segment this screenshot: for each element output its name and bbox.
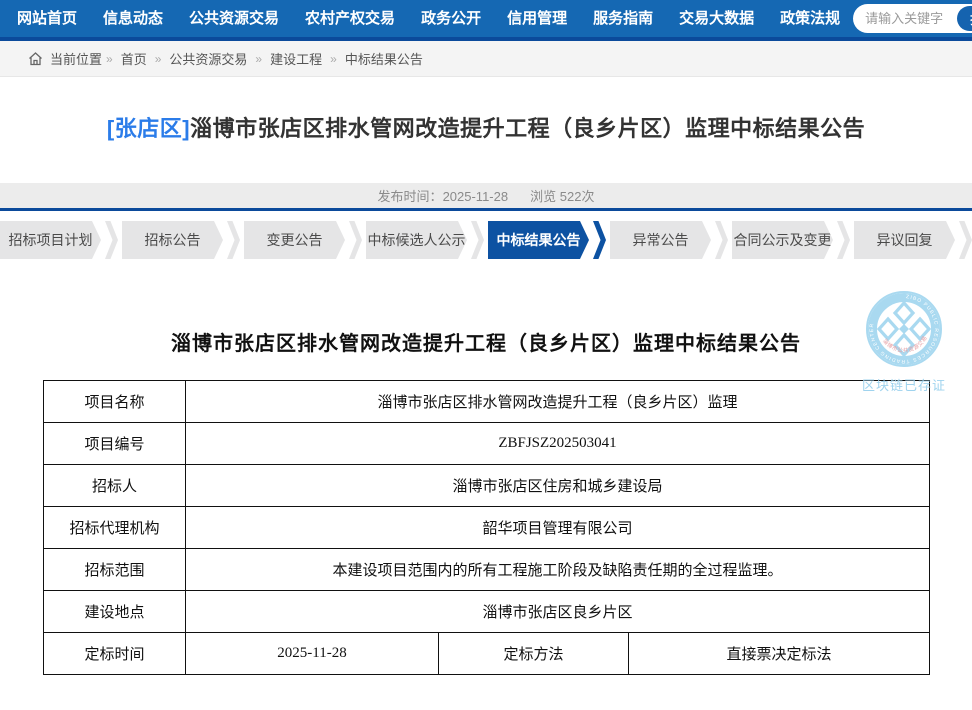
tab-chevron-icon <box>471 221 484 259</box>
tab-chevron-icon <box>227 221 240 259</box>
tab-招标公告[interactable]: 招标公告 <box>122 221 223 259</box>
tab-chevron-icon <box>837 221 850 259</box>
breadcrumb-item-建设工程[interactable]: 建设工程 <box>270 49 322 68</box>
breadcrumb: 当前位置 » 首页 » 公共资源交易 » 建设工程 » 中标结果公告 <box>0 41 972 77</box>
publish-date: 2025-11-28 <box>443 189 509 204</box>
publish-time: 发布时间：2025-11-28 <box>378 186 509 205</box>
tab-chevron-icon <box>593 221 606 259</box>
nav-item-政策法规[interactable]: 政策法规 <box>767 0 853 39</box>
tab-chevron-icon <box>349 221 362 259</box>
view-count-label: 浏览 <box>530 189 556 204</box>
breadcrumb-separator: » <box>330 52 337 66</box>
view-count: 浏览 522次 <box>530 186 594 205</box>
search-button[interactable]: 搜 索 <box>957 6 972 31</box>
table-label: 项目编号 <box>44 423 186 465</box>
breadcrumb-items: » 首页 » 公共资源交易 » 建设工程 » 中标结果公告 <box>102 49 427 68</box>
tab-变更公告[interactable]: 变更公告 <box>244 221 345 259</box>
search-box: 搜 索 <box>853 4 972 33</box>
table-value: 淄博市张店区良乡片区 <box>186 591 930 633</box>
breadcrumb-separator: » <box>106 52 113 66</box>
nav-item-服务指南[interactable]: 服务指南 <box>580 0 666 39</box>
table-row: 招标代理机构韶华项目管理有限公司 <box>44 507 930 549</box>
table-value: 韶华项目管理有限公司 <box>186 507 930 549</box>
tab-招标项目计划[interactable]: 招标项目计划 <box>0 221 101 259</box>
top-navigation: 网站首页信息动态公共资源交易农村产权交易政务公开信用管理服务指南交易大数据政策法… <box>0 0 972 41</box>
home-icon <box>28 52 43 66</box>
table-label: 定标时间 <box>44 633 186 675</box>
district-link[interactable]: [张店区] <box>107 116 190 141</box>
publish-info-bar: 发布时间：2025-11-28 浏览 522次 <box>0 183 972 211</box>
tab-中标候选人公示[interactable]: 中标候选人公示 <box>366 221 467 259</box>
tab-chevron-icon <box>715 221 728 259</box>
tab-中标结果公告[interactable]: 中标结果公告 <box>488 221 589 259</box>
table-label: 项目名称 <box>44 381 186 423</box>
breadcrumb-separator: » <box>155 52 162 66</box>
breadcrumb-item-公共资源交易[interactable]: 公共资源交易 <box>169 49 247 68</box>
table-label: 招标人 <box>44 465 186 507</box>
breadcrumb-item-中标结果公告[interactable]: 中标结果公告 <box>345 49 423 68</box>
breadcrumb-item-首页[interactable]: 首页 <box>121 49 147 68</box>
tab-异常公告[interactable]: 异常公告 <box>610 221 711 259</box>
table-row: 定标时间2025-11-28定标方法直接票决定标法 <box>44 633 930 675</box>
seal-emblem-icon: ZIBO PUBLIC RESOURCES TRADING CENTER 淄博市… <box>864 289 944 369</box>
table-value: 2025-11-28 <box>186 633 439 675</box>
table-row: 项目名称淄博市张店区排水管网改造提升工程（良乡片区）监理 <box>44 381 930 423</box>
tab-chevron-icon <box>105 221 118 259</box>
nav-item-网站首页[interactable]: 网站首页 <box>4 0 90 39</box>
table-row: 建设地点淄博市张店区良乡片区 <box>44 591 930 633</box>
view-count-value: 522次 <box>560 189 595 204</box>
nav-item-交易大数据[interactable]: 交易大数据 <box>666 0 767 39</box>
table-label: 定标方法 <box>439 633 629 675</box>
table-label: 建设地点 <box>44 591 186 633</box>
table-label: 招标代理机构 <box>44 507 186 549</box>
tab-bar: 招标项目计划招标公告变更公告中标候选人公示中标结果公告异常公告合同公示及变更异议… <box>0 221 972 259</box>
table-value: 淄博市张店区排水管网改造提升工程（良乡片区）监理 <box>186 381 930 423</box>
nav-menu: 网站首页信息动态公共资源交易农村产权交易政务公开信用管理服务指南交易大数据政策法… <box>4 0 853 39</box>
nav-item-政务公开[interactable]: 政务公开 <box>408 0 494 39</box>
page-title-text: 淄博市张店区排水管网改造提升工程（良乡片区）监理中标结果公告 <box>190 116 865 141</box>
blockchain-seal: ZIBO PUBLIC RESOURCES TRADING CENTER 淄博市… <box>862 289 946 394</box>
seal-label: 区块链已存证 <box>862 375 946 394</box>
breadcrumb-label: 当前位置 <box>50 49 102 68</box>
table-value: 本建设项目范围内的所有工程施工阶段及缺陷责任期的全过程监理。 <box>186 549 930 591</box>
table-row: 招标人淄博市张店区住房和城乡建设局 <box>44 465 930 507</box>
tab-合同公示及变更[interactable]: 合同公示及变更 <box>732 221 833 259</box>
table-value: 淄博市张店区住房和城乡建设局 <box>186 465 930 507</box>
nav-item-公共资源交易[interactable]: 公共资源交易 <box>176 0 292 39</box>
notice-heading: 淄博市张店区排水管网改造提升工程（良乡片区）监理中标结果公告 <box>0 327 972 356</box>
table-row: 招标范围本建设项目范围内的所有工程施工阶段及缺陷责任期的全过程监理。 <box>44 549 930 591</box>
notice-content: ZIBO PUBLIC RESOURCES TRADING CENTER 淄博市… <box>0 327 972 675</box>
publish-time-label: 发布时间： <box>378 189 443 204</box>
notice-table: 项目名称淄博市张店区排水管网改造提升工程（良乡片区）监理项目编号ZBFJSZ20… <box>43 380 930 675</box>
nav-item-信用管理[interactable]: 信用管理 <box>494 0 580 39</box>
page-title: [张店区]淄博市张店区排水管网改造提升工程（良乡片区）监理中标结果公告 <box>0 111 972 143</box>
table-value: ZBFJSZ202503041 <box>186 423 930 465</box>
tab-异议回复[interactable]: 异议回复 <box>854 221 955 259</box>
table-label: 招标范围 <box>44 549 186 591</box>
table-row: 项目编号ZBFJSZ202503041 <box>44 423 930 465</box>
tab-chevron-icon <box>959 221 972 259</box>
breadcrumb-separator: » <box>255 52 262 66</box>
nav-item-信息动态[interactable]: 信息动态 <box>90 0 176 39</box>
nav-item-农村产权交易[interactable]: 农村产权交易 <box>292 0 408 39</box>
search-input[interactable] <box>865 11 957 26</box>
table-value: 直接票决定标法 <box>629 633 930 675</box>
